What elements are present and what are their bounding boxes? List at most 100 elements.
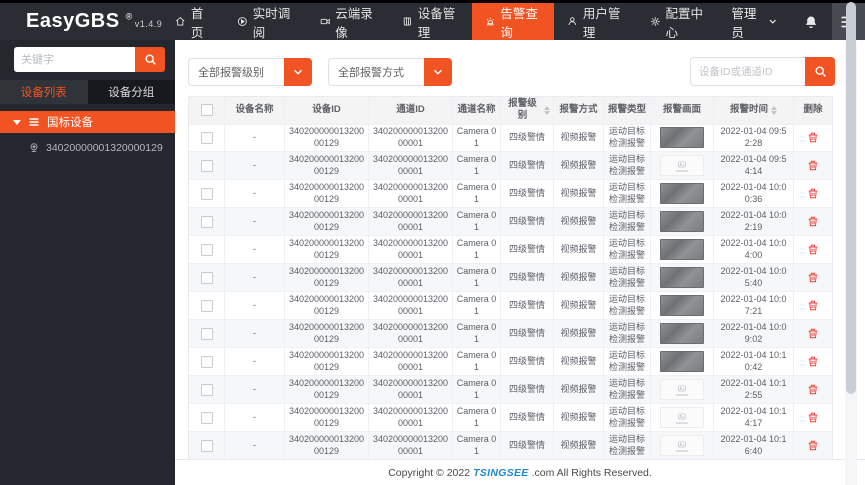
device-item-label: 34020000001320000129 (46, 142, 163, 154)
delete-button[interactable] (807, 411, 819, 424)
user-menu-label: 管理员 (731, 6, 757, 40)
alarm-thumbnail[interactable] (660, 239, 704, 260)
alarm-thumbnail[interactable] (660, 183, 704, 204)
alarm-level-dropdown-button[interactable] (284, 57, 312, 86)
row-checkbox-cell (189, 320, 225, 348)
nav-item-home[interactable]: 首页 (162, 3, 224, 40)
row-checkbox-cell (189, 124, 225, 152)
chevron-down-icon (293, 69, 303, 75)
alarm-thumbnail[interactable] (660, 435, 704, 456)
nav-item-alarm-query[interactable]: 告警查询 (471, 3, 555, 40)
filter-bar: 全部报警级别 全部报警方式 (175, 40, 865, 86)
cell-alarm-snapshot (651, 264, 714, 292)
nav-item-live-view[interactable]: 实时调阅 (224, 3, 307, 40)
header-alarm-level[interactable]: 报警级别 (501, 97, 554, 125)
header-alarm-time[interactable]: 报警时间 (714, 97, 794, 125)
cell-alarm-method: 视频报警 (554, 376, 604, 404)
alarm-thumbnail[interactable] (660, 407, 704, 428)
alarm-thumbnail[interactable] (660, 155, 704, 176)
sidebar-search-button[interactable] (135, 47, 165, 72)
row-checkbox[interactable] (200, 271, 213, 284)
sort-icon[interactable] (771, 105, 777, 115)
delete-button[interactable] (807, 383, 819, 396)
row-checkbox[interactable] (200, 327, 213, 340)
alarm-thumbnail[interactable] (660, 379, 704, 400)
delete-button[interactable] (807, 159, 819, 172)
delete-button[interactable] (807, 439, 819, 452)
trash-icon (808, 440, 818, 451)
nav-item-device-management[interactable]: 设备管理 (389, 3, 472, 40)
delete-button[interactable] (807, 327, 819, 340)
cell-alarm-time: 2022-01-04 10:16:40 (714, 432, 794, 460)
cell-device-name: - (225, 376, 285, 404)
delete-button[interactable] (807, 299, 819, 312)
delete-button[interactable] (807, 243, 819, 256)
row-checkbox[interactable] (200, 299, 213, 312)
user-menu[interactable]: 管理员 (719, 3, 789, 41)
cell-alarm-time: 2022-01-04 10:04:00 (714, 236, 794, 264)
alarm-thumbnail[interactable] (660, 351, 704, 372)
tab-device-list[interactable]: 设备列表 (0, 80, 88, 104)
alarm-thumbnail[interactable] (660, 295, 704, 316)
row-checkbox[interactable] (200, 355, 213, 368)
select-all-checkbox[interactable] (200, 104, 213, 117)
list-icon (29, 118, 39, 126)
delete-button[interactable] (807, 271, 819, 284)
delete-button[interactable] (807, 131, 819, 144)
cell-alarm-level: 四级警情 (501, 264, 554, 292)
row-checkbox[interactable] (200, 215, 213, 228)
delete-button[interactable] (807, 187, 819, 200)
cell-alarm-level: 四级警情 (501, 208, 554, 236)
cell-alarm-type: 运动目标检测报警 (604, 292, 651, 320)
tab-device-groups[interactable]: 设备分组 (87, 80, 175, 104)
alarm-thumbnail[interactable] (660, 267, 704, 288)
top-navbar: EasyGBS ®v1.4.9 首页 实时调阅 云端录像 设备管理 告警查询 用… (0, 0, 865, 40)
cell-alarm-method: 视频报警 (554, 152, 604, 180)
row-checkbox[interactable] (200, 439, 213, 452)
cell-device-id: 34020000001320000129 (285, 180, 369, 208)
alarm-method-select[interactable]: 全部报警方式 (328, 57, 452, 86)
table-search-button[interactable] (805, 57, 835, 86)
delete-button[interactable] (807, 215, 819, 228)
cell-alarm-level: 四级警情 (501, 404, 554, 432)
row-checkbox[interactable] (200, 159, 213, 172)
cell-alarm-method: 视频报警 (554, 292, 604, 320)
alarm-thumbnail[interactable] (660, 323, 704, 344)
alarm-method-dropdown-button[interactable] (424, 57, 452, 86)
cell-delete (794, 432, 832, 460)
copyright-suffix: .com All Rights Reserved. (531, 466, 652, 479)
cell-device-id: 34020000001320000129 (285, 376, 369, 404)
nav-item-config-center[interactable]: 配置中心 (637, 3, 720, 40)
alarm-thumbnail[interactable] (660, 127, 704, 148)
table-body: - 34020000001320000129 34020000001320000… (189, 124, 832, 460)
delete-button[interactable] (807, 355, 819, 368)
nav-item-cloud-recording[interactable]: 云端录像 (307, 3, 390, 40)
keyword-search-input[interactable] (14, 47, 135, 72)
row-checkbox[interactable] (200, 411, 213, 424)
tree-node-gb-devices[interactable]: 国标设备 (0, 111, 175, 133)
alarm-table: 设备名称 设备ID 通道ID 通道名称 报警级别 报警方式 报警类型 报警画面 … (188, 96, 833, 461)
header-alarm-type: 报警类型 (604, 97, 651, 125)
row-checkbox[interactable] (200, 383, 213, 396)
table-row: - 34020000001320000129 34020000001320000… (189, 208, 832, 236)
cell-alarm-method: 视频报警 (554, 432, 604, 460)
trash-icon (808, 328, 818, 339)
alarm-thumbnail[interactable] (660, 211, 704, 232)
header-alarm-snapshot: 报警画面 (651, 97, 714, 125)
device-channel-id-input[interactable] (690, 57, 805, 86)
nav-item-user-management[interactable]: 用户管理 (554, 3, 637, 40)
tree-device-item[interactable]: 34020000001320000129 (0, 142, 175, 154)
row-checkbox[interactable] (200, 131, 213, 144)
trash-icon (808, 244, 818, 255)
cell-alarm-level: 四级警情 (501, 292, 554, 320)
alarm-level-select[interactable]: 全部报警级别 (188, 57, 312, 86)
row-checkbox[interactable] (200, 243, 213, 256)
table-header-row: 设备名称 设备ID 通道ID 通道名称 报警级别 报警方式 报警类型 报警画面 … (189, 97, 832, 125)
notifications-button[interactable] (790, 15, 832, 29)
scrollbar-thumb[interactable] (846, 2, 856, 394)
sort-icon[interactable] (544, 105, 550, 115)
cell-alarm-time: 2022-01-04 10:10:42 (714, 348, 794, 376)
cell-device-name: - (225, 432, 285, 460)
row-checkbox[interactable] (200, 187, 213, 200)
cell-channel-id: 34020000001320000001 (369, 180, 453, 208)
